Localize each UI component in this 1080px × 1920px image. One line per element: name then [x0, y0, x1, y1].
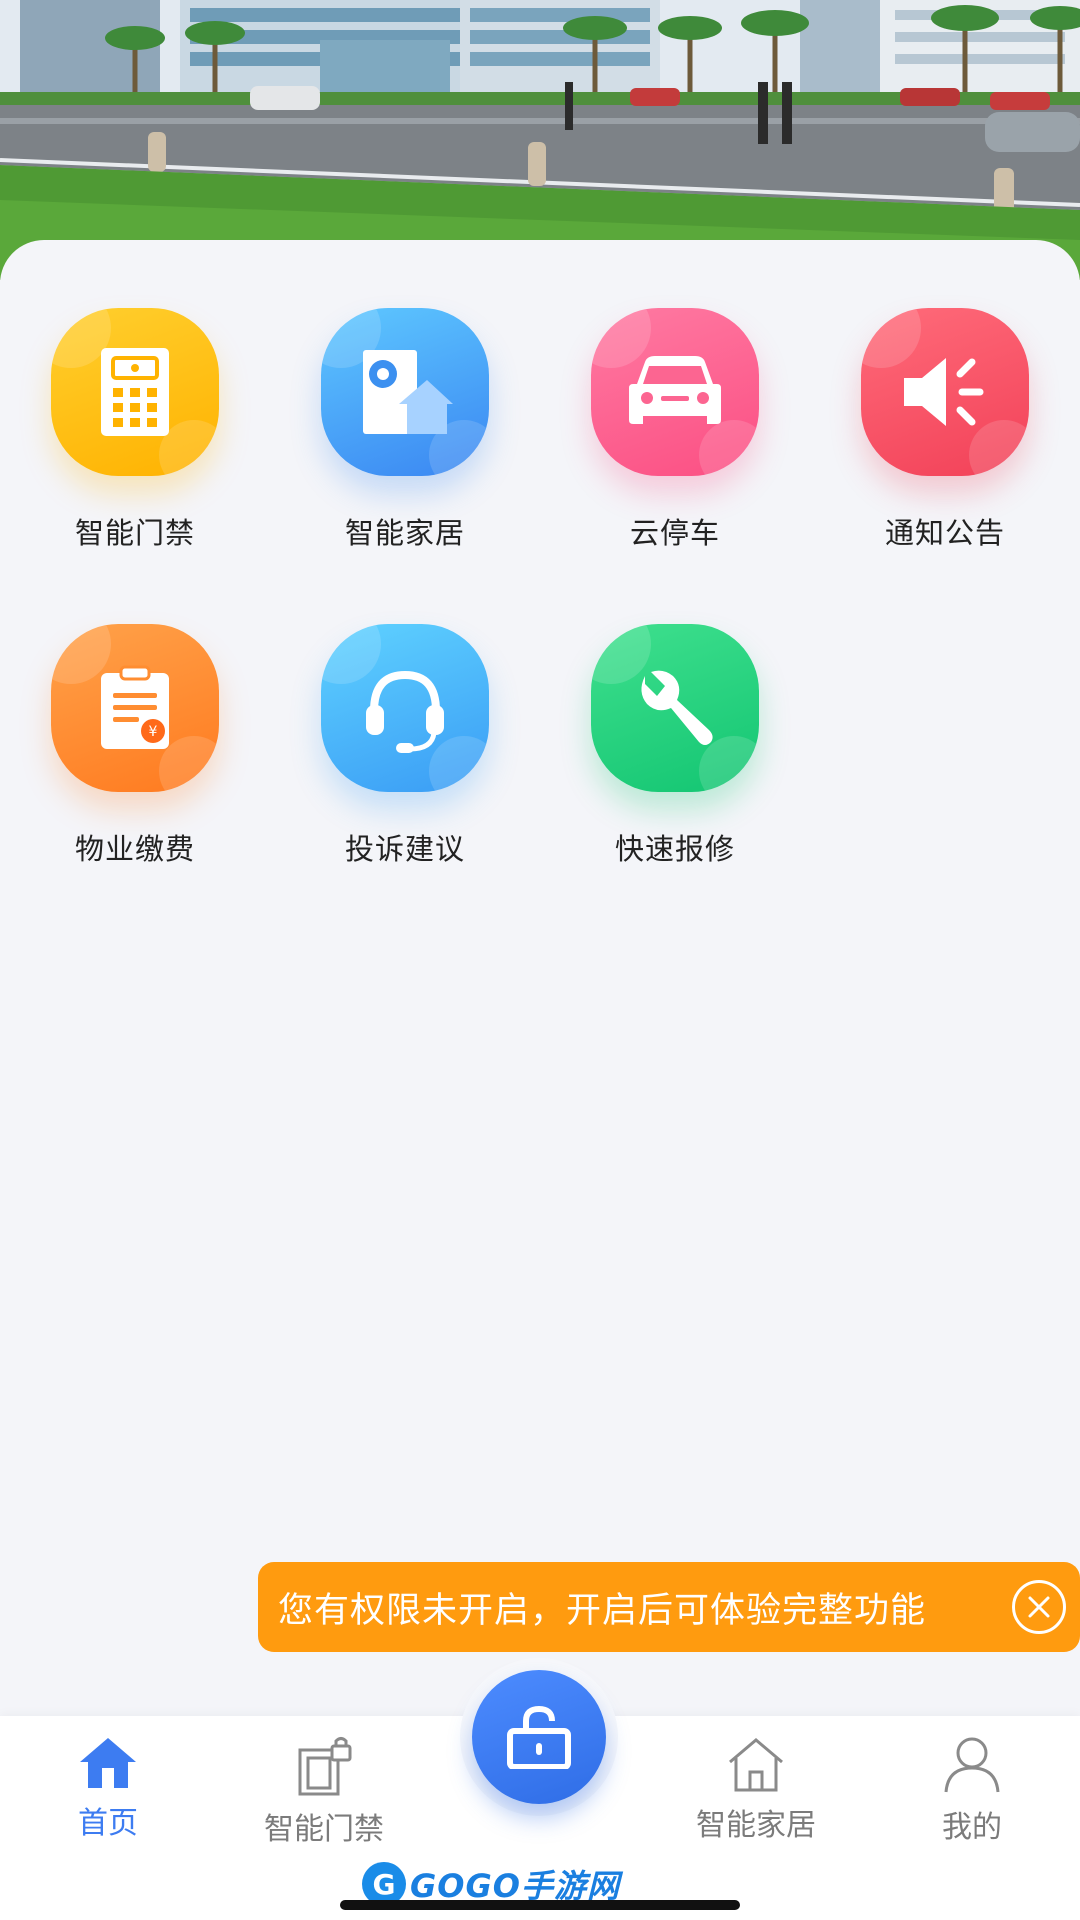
service-label: 通知公告	[884, 516, 1005, 550]
service-label: 快速报修	[614, 832, 735, 866]
unlock-icon	[507, 1705, 571, 1769]
service-label: 投诉建议	[344, 832, 465, 866]
service-cloud-parking[interactable]: 云停车	[540, 308, 810, 568]
headset-icon	[321, 624, 489, 792]
service-door-access[interactable]: 智能门禁	[0, 308, 270, 568]
tab-label: 智能家居	[696, 1808, 816, 1843]
service-notice[interactable]: 通知公告	[810, 308, 1080, 568]
service-complaint[interactable]: 投诉建议	[270, 624, 540, 884]
tab-smart-home[interactable]: 智能家居	[676, 1736, 836, 1844]
banner-image	[0, 0, 1080, 280]
service-label: 智能家居	[344, 516, 465, 550]
smart-home-icon	[321, 308, 489, 476]
service-quick-repair[interactable]: 快速报修	[540, 624, 810, 884]
tab-profile[interactable]: 我的	[892, 1736, 1052, 1846]
services-panel: 智能门禁 智能家居 云停车 通知公告 ¥ 物业缴费 投诉建议 快速报修	[0, 240, 1080, 1720]
door-access-icon	[51, 308, 219, 476]
permission-notice[interactable]: 您有权限未开启，开启后可体验完整功能	[258, 1562, 1080, 1652]
car-icon	[591, 308, 759, 476]
home-indicator	[340, 1900, 740, 1910]
service-smart-home[interactable]: 智能家居	[270, 308, 540, 568]
door-access-icon	[298, 1737, 352, 1796]
unlock-button[interactable]	[460, 1658, 618, 1816]
notice-close-button[interactable]	[1012, 1580, 1066, 1634]
home-icon	[80, 1738, 136, 1788]
wrench-icon	[591, 624, 759, 792]
service-property-fee[interactable]: ¥ 物业缴费	[0, 624, 270, 884]
service-label: 智能门禁	[74, 516, 195, 550]
tab-home[interactable]: 首页	[28, 1736, 188, 1842]
tab-door-access[interactable]: 智能门禁	[244, 1736, 404, 1848]
tab-label: 智能门禁	[264, 1812, 384, 1847]
unlock-button-circle	[472, 1670, 606, 1804]
service-label: 云停车	[629, 516, 720, 550]
tab-label: 我的	[942, 1810, 1002, 1845]
user-icon	[944, 1737, 1000, 1793]
tab-label: 首页	[78, 1806, 138, 1841]
banner-illustration	[0, 0, 1080, 280]
svg-text:¥: ¥	[149, 724, 158, 740]
close-icon	[1028, 1596, 1050, 1618]
notice-text: 您有权限未开启，开启后可体验完整功能	[278, 1590, 927, 1631]
speaker-icon	[861, 308, 1029, 476]
service-label: 物业缴费	[74, 832, 195, 866]
house-outline-icon	[729, 1738, 783, 1792]
bill-icon: ¥	[51, 624, 219, 792]
